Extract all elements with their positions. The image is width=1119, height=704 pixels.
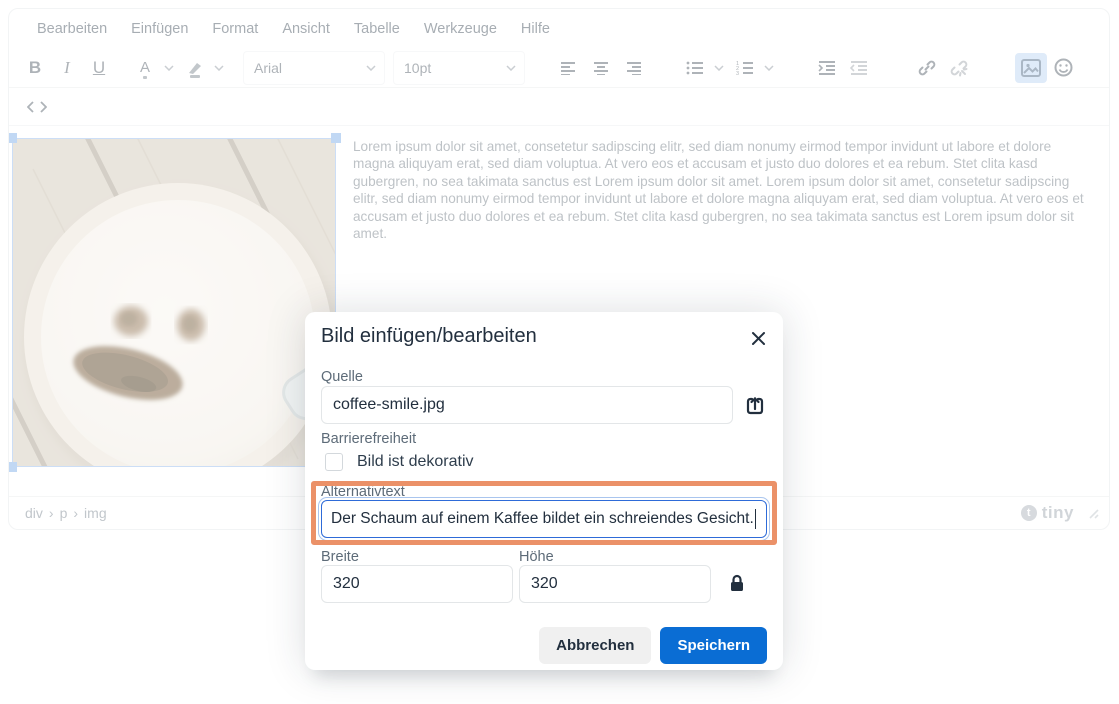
breadcrumb-separator: › [48,505,54,521]
menu-format[interactable]: Format [202,17,268,41]
unlink-icon [950,60,968,76]
chevron-down-icon [366,64,376,71]
emoji-icon [1054,58,1072,77]
align-right-icon [627,61,641,75]
breadcrumb-p[interactable]: p [60,505,68,521]
align-center-button[interactable] [585,53,617,83]
dialog-footer: Abbrechen Speichern [539,627,767,664]
cancel-button[interactable]: Abbrechen [539,627,652,664]
source-label: Quelle [321,369,363,385]
resize-handle-top-right[interactable] [331,133,341,143]
lock-icon[interactable] [724,570,750,596]
chevron-down-icon [506,64,516,71]
breadcrumb-div[interactable]: div [25,505,43,521]
screen: Bearbeiten Einfügen Format Ansicht Tabel… [0,0,1119,704]
height-label: Höhe [519,549,554,565]
underline-button[interactable]: U [83,53,115,83]
element-path-breadcrumb: div › p › img [25,505,107,521]
alt-text-value: Der Schaum auf einem Kaffee bildet ein s… [331,510,754,527]
decorative-checkbox[interactable] [325,453,343,471]
align-right-button[interactable] [617,53,649,83]
width-label: Breite [321,549,359,565]
chevron-down-icon[interactable] [211,53,227,83]
link-icon [918,60,936,75]
tiny-branding: t tiny [1020,503,1099,523]
resize-handle-bottom-left[interactable] [9,462,17,472]
upload-icon[interactable] [742,393,768,419]
indent-button[interactable] [811,53,843,83]
outdent-icon [850,60,867,75]
breadcrumb-separator: › [73,505,79,521]
save-button[interactable]: Speichern [660,627,767,664]
indent-icon [818,60,835,75]
font-family-select[interactable]: Arial [243,50,385,85]
align-center-icon [594,61,608,75]
chevron-down-icon[interactable] [711,53,727,83]
alt-text-input[interactable]: Der Schaum auf einem Kaffee bildet ein s… [318,497,770,541]
text-color-button[interactable]: A [129,53,161,83]
image-dialog: Bild einfügen/bearbeiten Quelle Barriere… [305,312,783,670]
paragraph-text[interactable]: Lorem ipsum dolor sit amet, consetetur s… [353,138,1089,242]
bullet-list-button[interactable] [679,53,711,83]
menu-werkzeuge[interactable]: Werkzeuge [414,17,507,41]
menu-hilfe[interactable]: Hilfe [511,17,560,41]
resize-grip-icon[interactable] [1087,507,1099,519]
brand-icon: t [1020,505,1037,521]
bullet-list-icon [686,61,703,74]
menu-tabelle[interactable]: Tabelle [344,17,410,41]
brand-name: tiny [1041,503,1074,522]
numbered-list-button[interactable]: 123 [729,53,761,83]
source-input[interactable] [321,386,733,424]
pen-icon [189,62,201,74]
font-family-value: Arial [254,59,283,76]
dialog-title: Bild einfügen/bearbeiten [321,325,537,347]
unlink-button[interactable] [943,53,975,83]
text-caret [754,509,757,529]
italic-button[interactable]: I [51,53,83,83]
selected-image[interactable] [9,133,341,472]
resize-handle-top-left[interactable] [9,133,17,143]
chevron-down-icon[interactable] [761,53,777,83]
accessibility-label: Barrierefreiheit [321,431,417,447]
font-size-value: 10pt [404,59,432,76]
code-icon [27,100,47,113]
alt-text-label: Alternativtext [321,484,405,500]
menu-ansicht[interactable]: Ansicht [272,17,340,41]
outdent-button[interactable] [843,53,875,83]
close-icon[interactable] [747,327,769,349]
width-input[interactable] [321,565,513,603]
menu-bearbeiten[interactable]: Bearbeiten [27,17,117,41]
font-size-select[interactable]: 10pt [393,50,525,85]
decorative-checkbox-label[interactable]: Bild ist dekorativ [357,453,474,471]
breadcrumb-img[interactable]: img [84,505,107,521]
chevron-down-icon[interactable] [161,53,177,83]
code-button[interactable] [21,92,53,122]
coffee-photo [13,139,335,466]
menu-einfuegen[interactable]: Einfügen [121,17,198,41]
align-left-button[interactable] [553,53,585,83]
image-icon [1021,58,1041,77]
svg-text:3: 3 [736,71,739,75]
bold-button[interactable]: B [19,53,51,83]
menubar: Bearbeiten Einfügen Format Ansicht Tabel… [9,9,1109,49]
highlight-color-button[interactable] [179,53,211,83]
link-button[interactable] [911,53,943,83]
emoji-button[interactable] [1047,53,1079,83]
image-button[interactable] [1015,52,1047,83]
align-left-icon [561,61,575,75]
toolbar: B I U A Arial 10pt 1 2 3 [9,48,1109,88]
secondary-toolbar [9,88,1109,126]
numbered-list-icon: 123 [736,61,753,75]
height-input[interactable] [519,565,711,603]
